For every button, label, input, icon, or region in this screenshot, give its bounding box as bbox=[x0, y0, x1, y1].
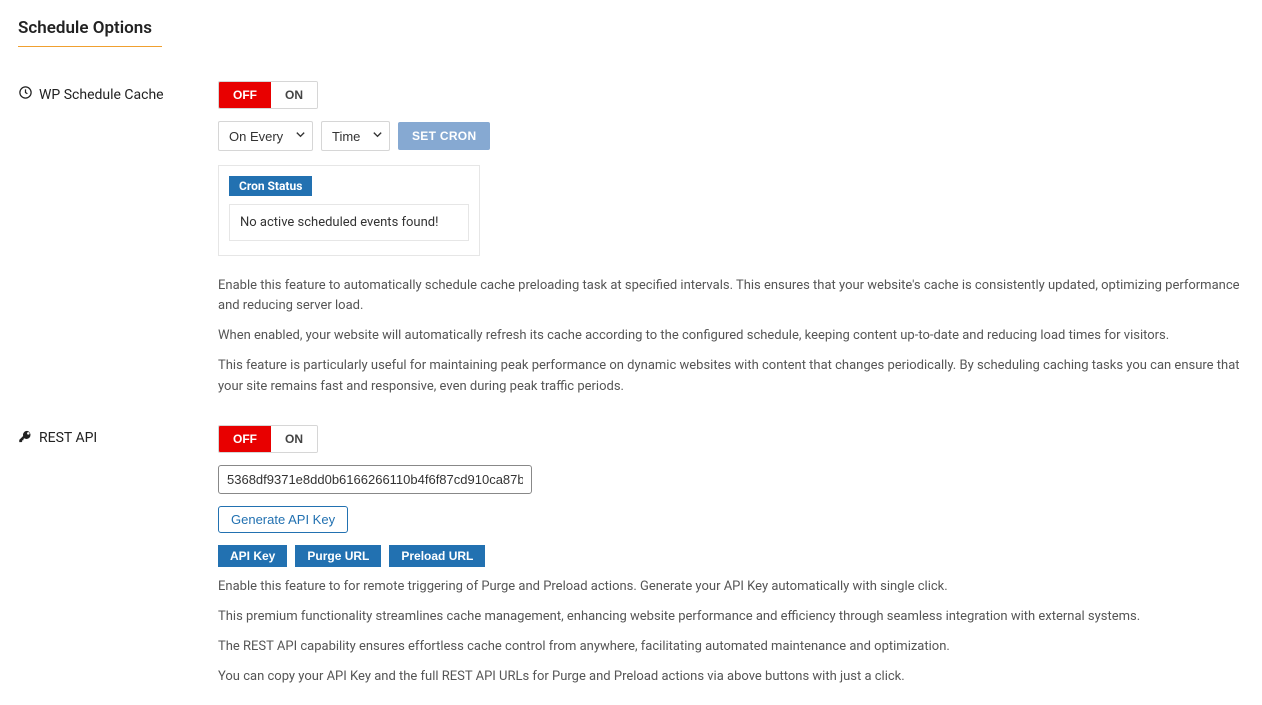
restapi-desc-3: The REST API capability ensures effortle… bbox=[218, 637, 1244, 657]
preload-url-button[interactable]: Preload URL bbox=[389, 545, 485, 567]
schedule-desc-2: When enabled, your website will automati… bbox=[218, 326, 1244, 346]
cron-status-badge: Cron Status bbox=[229, 176, 312, 196]
restapi-desc-2: This premium functionality streamlines c… bbox=[218, 607, 1244, 627]
schedule-toggle: OFF ON bbox=[218, 81, 318, 109]
api-key-input[interactable] bbox=[218, 465, 532, 494]
restapi-desc-4: You can copy your API Key and the full R… bbox=[218, 667, 1244, 687]
restapi-toggle-on[interactable]: ON bbox=[271, 426, 317, 452]
restapi-toggle-off[interactable]: OFF bbox=[219, 426, 271, 452]
schedule-toggle-on[interactable]: ON bbox=[271, 82, 317, 108]
schedule-label: WP Schedule Cache bbox=[18, 81, 218, 104]
time-select-wrap: Time bbox=[321, 121, 390, 151]
time-select[interactable]: Time bbox=[322, 122, 389, 150]
schedule-content: OFF ON On Every Time SET CRON bbox=[218, 81, 1244, 397]
schedule-desc-3: This feature is particularly useful for … bbox=[218, 356, 1244, 396]
api-key-button[interactable]: API Key bbox=[218, 545, 287, 567]
restapi-desc-1: Enable this feature to for remote trigge… bbox=[218, 577, 1244, 597]
purge-url-button[interactable]: Purge URL bbox=[295, 545, 381, 567]
restapi-label: REST API bbox=[18, 425, 218, 448]
interval-select[interactable]: On Every bbox=[219, 122, 312, 150]
generate-api-key-button[interactable]: Generate API Key bbox=[218, 506, 348, 533]
schedule-label-text: WP Schedule Cache bbox=[39, 87, 164, 103]
clock-icon bbox=[18, 85, 33, 104]
restapi-toggle: OFF ON bbox=[218, 425, 318, 453]
cron-status-message: No active scheduled events found! bbox=[229, 204, 469, 241]
restapi-content: OFF ON Generate API Key API Key Purge UR… bbox=[218, 425, 1244, 688]
schedule-toggle-off[interactable]: OFF bbox=[219, 82, 271, 108]
key-icon bbox=[18, 429, 33, 448]
schedule-controls: On Every Time SET CRON bbox=[218, 121, 1244, 151]
schedule-desc-1: Enable this feature to automatically sch… bbox=[218, 276, 1244, 316]
restapi-action-buttons: API Key Purge URL Preload URL bbox=[218, 545, 1244, 567]
cron-status-box: Cron Status No active scheduled events f… bbox=[218, 165, 480, 256]
restapi-label-text: REST API bbox=[39, 430, 97, 446]
restapi-row: REST API OFF ON Generate API Key API Key… bbox=[18, 425, 1244, 688]
section-title: Schedule Options bbox=[18, 18, 162, 47]
schedule-row: WP Schedule Cache OFF ON On Every Time bbox=[18, 81, 1244, 397]
interval-select-wrap: On Every bbox=[218, 121, 313, 151]
set-cron-button[interactable]: SET CRON bbox=[398, 122, 490, 150]
